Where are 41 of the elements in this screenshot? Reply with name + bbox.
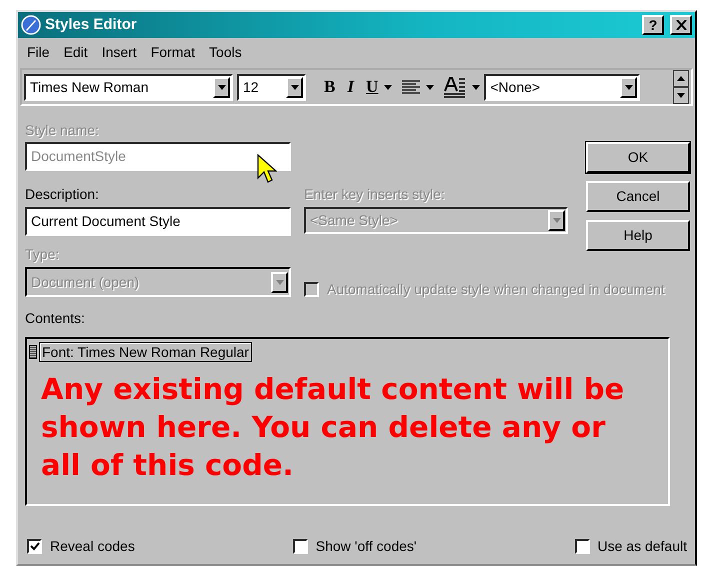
dialog-button[interactable]: OK	[586, 142, 690, 173]
option-label: Reveal codes	[50, 537, 135, 556]
spin-buttons[interactable]	[673, 70, 689, 104]
option-label: Use as default	[598, 537, 687, 556]
underline-button[interactable]: U	[360, 74, 384, 100]
help-button[interactable]: ?	[642, 15, 664, 35]
app-logo-icon	[21, 15, 41, 35]
option-checkbox[interactable]	[27, 539, 42, 554]
bold-button[interactable]: B	[318, 74, 342, 100]
code-tag[interactable]: Font: Times New Roman Regular	[39, 342, 252, 362]
option-label: Show 'off codes'	[316, 537, 417, 556]
code-marker-icon	[29, 345, 37, 359]
menu-item[interactable]: Format	[144, 42, 202, 66]
close-icon	[676, 20, 686, 30]
italic-button[interactable]: I	[341, 74, 360, 100]
font-size-select[interactable]: 12	[237, 74, 306, 100]
style-name-label: Style name:	[25, 122, 100, 138]
dropdown-arrow-icon[interactable]	[384, 84, 392, 90]
contents-label: Contents:	[25, 310, 85, 326]
menu-item[interactable]: Insert	[94, 42, 144, 66]
font-select[interactable]: Times New Roman	[24, 74, 233, 100]
close-button[interactable]	[670, 15, 692, 35]
type-label: Type:	[25, 246, 60, 262]
style-select[interactable]: <None>	[484, 74, 640, 100]
menu-item[interactable]: File	[20, 42, 57, 66]
auto-update-label: Automatically update style when changed in document	[327, 280, 665, 299]
enter-key-label: Enter key inserts style:	[304, 186, 446, 202]
window-title: Styles Editor	[45, 14, 137, 35]
description-label: Description:	[25, 186, 100, 202]
annotation-text: Any existing default content will be shown here. You can delete any or all of this code.	[41, 371, 626, 484]
pointer-cursor-icon	[257, 154, 277, 184]
menu-item[interactable]: Edit	[56, 42, 95, 66]
menu-item[interactable]: Tools	[202, 42, 249, 66]
dropdown-arrow-icon[interactable]	[472, 84, 480, 90]
dropdown-arrow-icon[interactable]	[426, 84, 434, 90]
option-checkbox[interactable]	[574, 539, 590, 554]
option-checkbox[interactable]	[292, 539, 308, 554]
dialog-button[interactable]: Cancel	[586, 181, 690, 212]
dialog-button[interactable]: Help	[586, 220, 690, 251]
description-field[interactable]: Current Document Style	[25, 207, 291, 236]
contents-code-area[interactable]: Font: Times New Roman Regular Any existing default content will be shown here. You can delete any or all of this code.	[25, 337, 670, 506]
